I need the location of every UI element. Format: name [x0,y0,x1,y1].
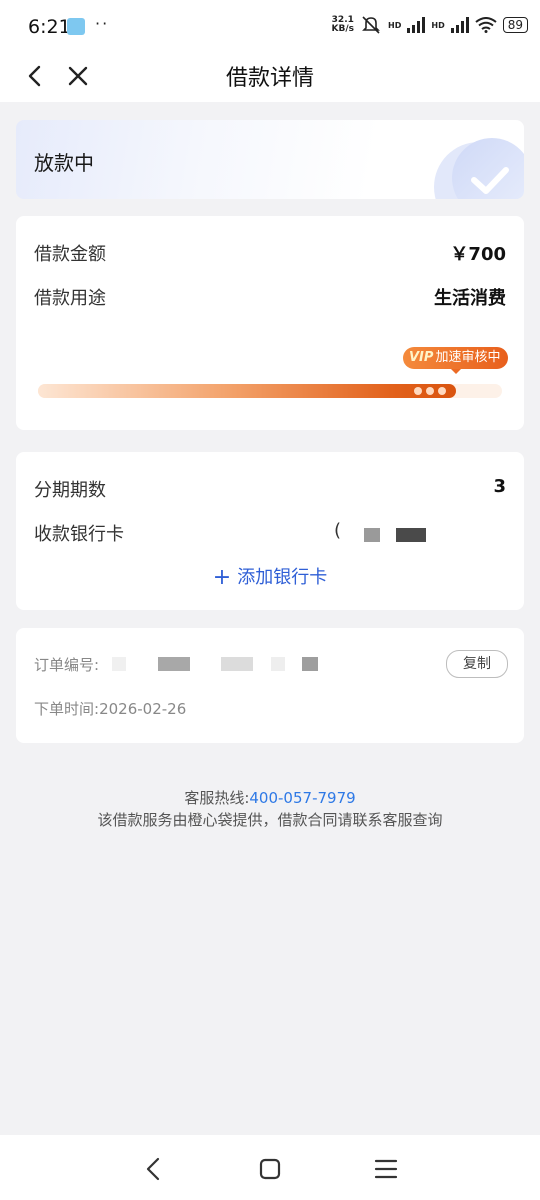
nav-bar: 借款详情 [0,52,540,102]
loan-purpose-value: 生活消费 [434,288,506,309]
signal-icon [450,17,469,33]
redacted-block [271,657,285,671]
system-menu-icon[interactable] [372,1155,400,1183]
order-number-label: 订单编号: [34,656,100,674]
installment-periods-row: 分期期数 3 [34,476,506,502]
vip-review-text: 加速审核中 [435,350,501,365]
loan-amount-label: 借款金额 [34,244,106,265]
loan-amount-value: ￥700 [450,244,506,265]
page-title: 借款详情 [225,66,314,91]
order-time-label: 下单时间: [34,700,100,718]
system-home-icon[interactable] [256,1155,284,1183]
status-time: 6:21 [28,16,71,38]
network-speed-unit: KB/s [331,24,355,34]
installment-periods-value: 3 [493,476,506,497]
hotline-line: 客服热线:400-057-7979 [0,787,540,809]
hotline-number-link[interactable]: 400-057-7979 [249,789,355,807]
review-progress-fill [38,384,456,398]
battery-icon: 89 [502,17,528,33]
order-time-value: 2026-02-26 [99,700,187,718]
progress-dots [413,387,446,395]
mute-icon [362,16,380,34]
loan-purpose-label: 借款用途 [34,288,106,309]
copy-order-number-button[interactable]: 复制 [446,650,508,678]
gallery-app-icon [67,18,85,35]
redacted-block [158,657,190,671]
loan-info-card: 借款金额 ￥700 借款用途 生活消费 VIP 加速审核中 [16,216,524,430]
bank-card-label: 收款银行卡 [34,524,124,545]
wifi-icon [475,17,497,33]
vip-review-badge: VIP 加速审核中 [403,347,509,374]
service-footer: 客服热线:400-057-7979 该借款服务由橙心袋提供，借款合同请联系客服查… [0,787,540,831]
signal-icon [407,17,426,33]
installment-card: 分期期数 3 收款银行卡 ( + 添加银行卡 [16,452,524,610]
add-bank-card-button[interactable]: + 添加银行卡 [16,563,524,590]
hotline-label: 客服热线: [184,789,250,807]
order-info-card: 订单编号: 复制 下单时间:2026-02-26 [16,628,524,743]
plus-icon: + [212,565,232,590]
loan-status-card: 放款中 [16,120,524,199]
vip-label: VIP [409,350,434,365]
status-bar: 6:21 ·· 32.1 KB/s HD HD 89 [0,0,540,52]
bank-card-prefix: ( [334,520,342,541]
redacted-block [221,657,253,671]
order-time: 下单时间:2026-02-26 [34,698,186,719]
service-disclaimer: 该借款服务由橙心袋提供，借款合同请联系客服查询 [97,811,443,829]
add-bank-card-label: 添加银行卡 [237,567,328,588]
loan-status-text: 放款中 [34,151,94,175]
loan-purpose-row: 借款用途 生活消费 [34,284,506,310]
network-speed: 32.1 KB/s [332,16,354,34]
hd-badge-1: HD [388,20,402,30]
system-back-icon[interactable] [140,1155,168,1183]
redacted-block [302,657,318,671]
system-nav-bar [0,1135,540,1200]
notification-dots: ·· [95,14,110,33]
check-circle-icon [471,167,509,194]
redacted-block [396,528,426,542]
installment-periods-label: 分期期数 [34,480,106,501]
bank-card-row[interactable]: 收款银行卡 ( [34,520,506,546]
redacted-block [112,657,126,671]
redacted-block [364,528,380,542]
hd-badge-2: HD [431,20,445,30]
review-progress-bar [38,384,502,398]
status-icons: 32.1 KB/s HD HD 89 [332,16,528,34]
loan-amount-row: 借款金额 ￥700 [34,240,506,266]
